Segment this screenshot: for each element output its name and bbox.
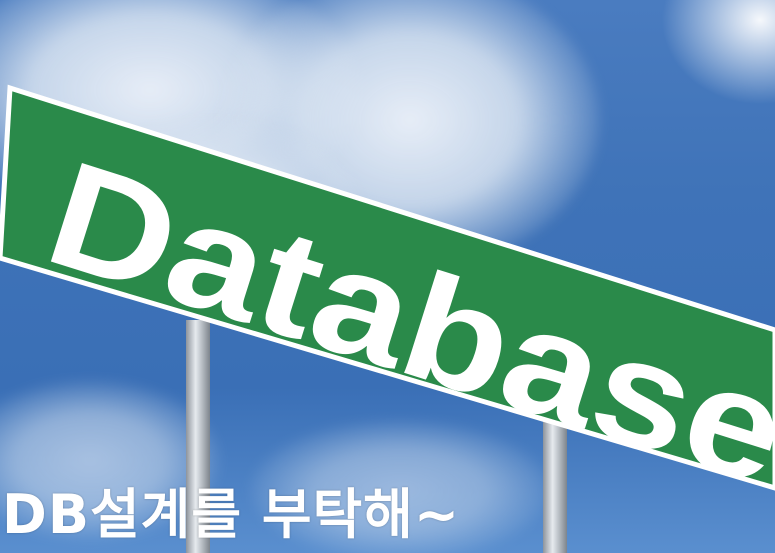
sign-text: Database [30, 128, 775, 517]
photo-scene: Database DB설계를 부탁해~ [0, 0, 775, 553]
caption-text: DB설계를 부탁해~ [2, 483, 461, 546]
